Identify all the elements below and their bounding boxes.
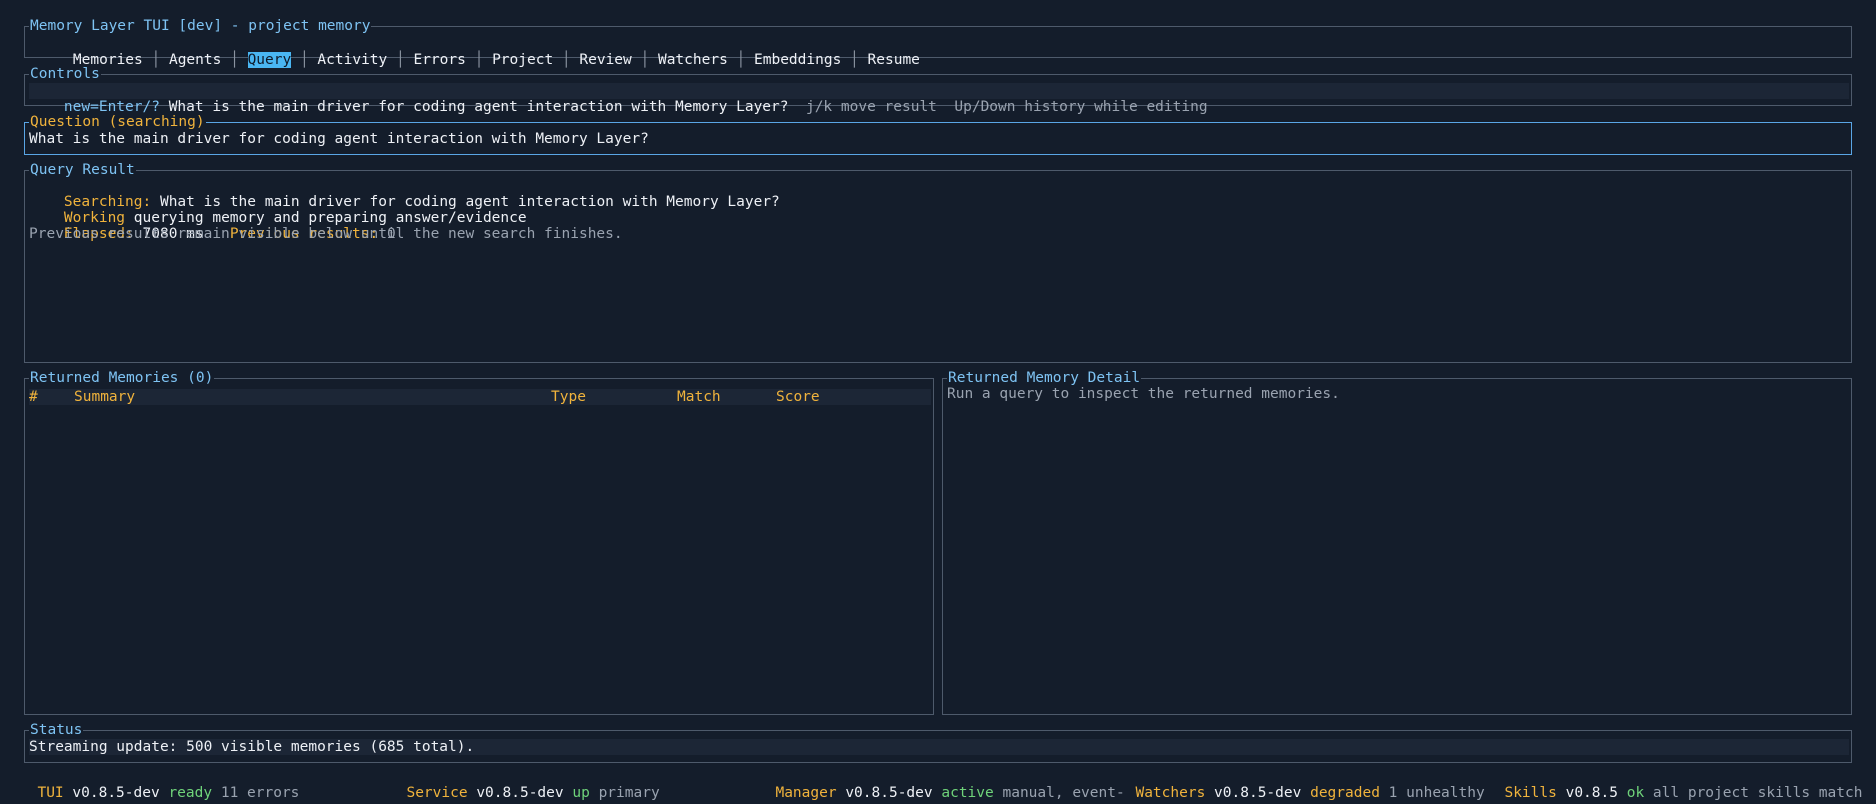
hint-history: Up/Down history while editing — [954, 99, 1208, 115]
footer-skills: Skills v0.8.5 ok all project skills matc… — [1487, 769, 1862, 801]
controls-title: Controls — [29, 65, 101, 83]
returned-memories-title: Returned Memories (0) — [29, 369, 215, 387]
question-input[interactable]: What is the main driver for coding agent… — [29, 131, 649, 147]
tab-query[interactable]: Query — [247, 52, 292, 68]
footer-tui-label: TUI — [37, 785, 64, 801]
query-result-panel: Query Result Searching: What is the main… — [24, 161, 1852, 363]
tab-activity[interactable]: Activity — [317, 52, 387, 68]
footer-service-version: v0.8.5-dev — [476, 785, 564, 801]
footer-skills-version: v0.8.5 — [1565, 785, 1618, 801]
controls-query-text[interactable]: What is the main driver for coding agent… — [169, 99, 789, 115]
returned-memories-panel: Returned Memories (0) # Summary Type Mat… — [24, 369, 934, 715]
footer-watchers-version: v0.8.5-dev — [1214, 785, 1302, 801]
memory-detail-title: Returned Memory Detail — [947, 369, 1142, 387]
footer-tui-version: v0.8.5-dev — [72, 785, 160, 801]
footer-manager-state: active — [941, 785, 994, 801]
tab-project[interactable]: Project — [492, 52, 553, 68]
footer-watchers-detail: 1 unhealthy — [1388, 785, 1485, 801]
column-header-match[interactable]: Match — [677, 389, 721, 405]
tab-agents[interactable]: Agents — [169, 52, 221, 68]
footer-skills-label: Skills — [1504, 785, 1557, 801]
tab-embeddings[interactable]: Embeddings — [754, 52, 841, 68]
memory-detail-text: Run a query to inspect the returned memo… — [947, 386, 1340, 402]
footer-service-detail: primary — [598, 785, 660, 801]
tab-resume[interactable]: Resume — [868, 52, 920, 68]
footer-manager-version: v0.8.5-dev — [845, 785, 933, 801]
tab-errors[interactable]: Errors — [413, 52, 465, 68]
footer-service: Service v0.8.5-dev up primary — [389, 769, 660, 801]
tab-review[interactable]: Review — [579, 52, 631, 68]
question-panel[interactable]: Question (searching) What is the main dr… — [24, 113, 1852, 155]
footer-watchers-label: Watchers — [1135, 785, 1206, 801]
footer-skills-state: ok — [1626, 785, 1645, 801]
footer-skills-detail: all project skills match — [1652, 785, 1863, 801]
footer-manager-detail: manual, event- — [1002, 785, 1125, 801]
footer-service-state: up — [572, 785, 590, 801]
header-panel: Memory Layer TUI [dev] - project memory … — [24, 17, 1852, 68]
controls-panel: Controls new=Enter/? What is the main dr… — [24, 65, 1852, 115]
footer-tui: TUI v0.8.5-dev ready 11 errors — [20, 769, 299, 801]
column-header-index[interactable]: # — [29, 389, 38, 405]
column-header-type[interactable]: Type — [551, 389, 586, 405]
footer-watchers-state: degraded — [1310, 785, 1380, 801]
window-title: Memory Layer TUI [dev] - project memory — [29, 17, 372, 35]
footer-watchers: Watchers v0.8.5-dev degraded 1 unhealthy — [1118, 769, 1485, 801]
query-result-title: Query Result — [29, 161, 136, 179]
footer-manager: Manager v0.8.5-dev active manual, event- — [758, 769, 1125, 801]
status-panel: Status Streaming update: 500 visible mem… — [24, 721, 1852, 763]
footer-tui-state: ready — [168, 785, 213, 801]
question-title: Question (searching) — [29, 113, 206, 131]
tab-watchers[interactable]: Watchers — [658, 52, 728, 68]
column-header-score[interactable]: Score — [776, 389, 820, 405]
status-text: Streaming update: 500 visible memories (… — [29, 739, 475, 755]
footer-service-label: Service — [406, 785, 468, 801]
memory-detail-panel: Returned Memory Detail Run a query to in… — [942, 369, 1852, 715]
footer-manager-label: Manager — [775, 785, 837, 801]
footer-tui-detail: 11 errors — [220, 785, 300, 801]
column-header-summary[interactable]: Summary — [74, 389, 135, 405]
query-result-note: Previous results remain visible below un… — [29, 226, 623, 242]
status-title: Status — [29, 721, 84, 739]
hint-move: j/k move result — [805, 99, 937, 115]
